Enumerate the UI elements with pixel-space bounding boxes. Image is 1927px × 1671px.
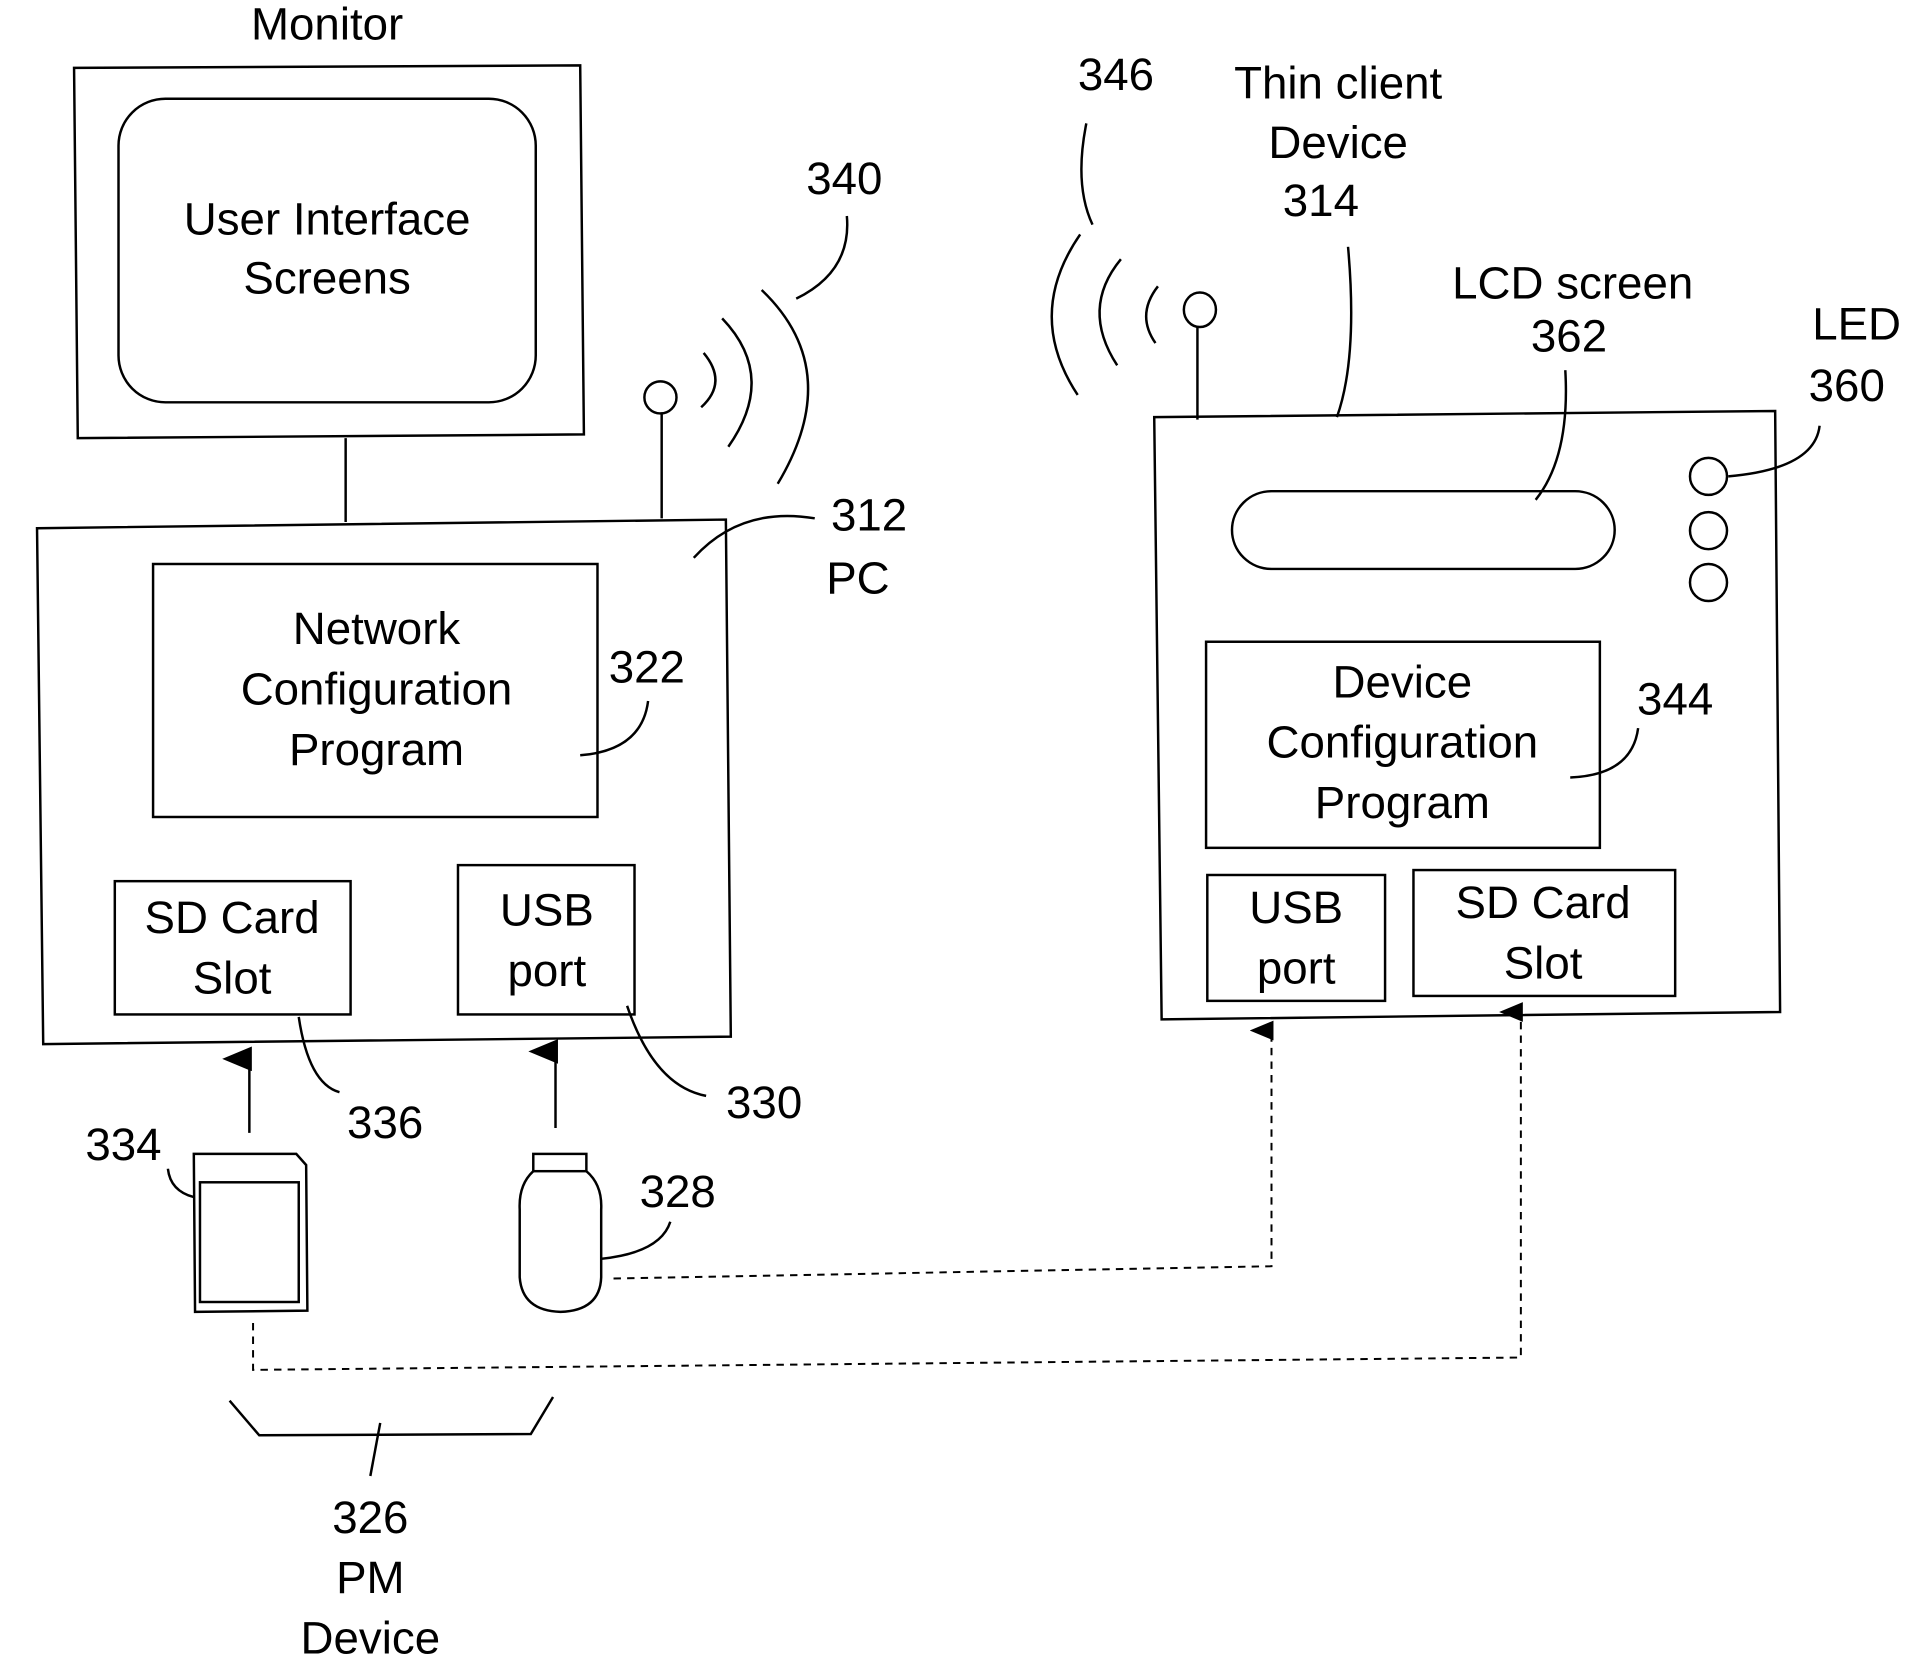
dcp-line1: Device	[1333, 656, 1473, 707]
monitor-label: Monitor	[251, 0, 403, 49]
ref-322: 322	[609, 641, 685, 692]
thin-client-wireless-signal-icon	[1050, 123, 1159, 396]
ref-326: 326	[332, 1492, 408, 1543]
system-diagram: Monitor User Interface Screens 340 312 P…	[35, 0, 1901, 1664]
pc-sd-line1: SD Card	[145, 892, 320, 943]
led-label: LED	[1812, 298, 1901, 349]
thin-client-line2: Device	[1268, 117, 1408, 168]
pc-sd-line2: Slot	[193, 952, 272, 1003]
pc-box	[35, 518, 733, 1046]
sd-slot-leader	[297, 1016, 340, 1094]
ref-340: 340	[806, 153, 882, 204]
lcd-leader	[1534, 370, 1568, 501]
pc-label: PC	[826, 553, 889, 604]
diagram-canvas: Monitor User Interface Screens 340 312 P…	[0, 0, 1927, 1671]
lcd-screen	[1230, 489, 1616, 571]
pm-line2: Device	[301, 1613, 441, 1664]
usb-stick-leader	[601, 1221, 672, 1261]
ncp-leader	[580, 700, 650, 757]
sd-card-leader	[166, 1168, 195, 1199]
thin-client-antenna-icon	[1182, 291, 1218, 420]
thin-client-leader	[1335, 246, 1353, 418]
ncp-line1: Network	[293, 603, 461, 654]
ref-344: 344	[1637, 674, 1713, 725]
thin-client-line1: Thin client	[1234, 58, 1442, 109]
sd-card-icon	[192, 1152, 309, 1314]
ref-314: 314	[1283, 175, 1359, 226]
ref-336: 336	[347, 1097, 423, 1148]
ref-360: 360	[1809, 360, 1885, 411]
ref-334: 334	[85, 1119, 161, 1170]
tc-sd-line1: SD Card	[1456, 877, 1631, 928]
led-2-icon	[1688, 510, 1729, 551]
pm-line1: PM	[336, 1552, 404, 1603]
tc-usb-line2: port	[1257, 943, 1336, 994]
monitor-screen	[117, 97, 537, 404]
ref-312: 312	[831, 490, 907, 541]
pm-device-bracket	[228, 1396, 555, 1437]
dcp-line3: Program	[1315, 777, 1490, 828]
usb-port-leader	[625, 1005, 707, 1098]
ncp-line3: Program	[289, 724, 464, 775]
pc-usb-line1: USB	[500, 885, 594, 936]
screen-text-2: Screens	[243, 253, 411, 304]
usb-to-thin-client-connection	[613, 1020, 1274, 1280]
ref-330: 330	[726, 1077, 802, 1128]
dcp-line2: Configuration	[1267, 717, 1539, 768]
pc-leader	[692, 514, 815, 559]
sd-to-thin-client-connection	[252, 1002, 1523, 1371]
screen-text-1: User Interface	[184, 193, 471, 244]
tc-sd-line2: Slot	[1504, 938, 1583, 989]
pc-antenna-icon	[643, 380, 678, 519]
dcp-leader	[1570, 727, 1640, 779]
ref-346: 346	[1078, 49, 1154, 100]
led-3-icon	[1688, 562, 1729, 603]
ref-328: 328	[640, 1166, 716, 1217]
usb-stick-icon	[518, 1152, 603, 1314]
pc-usb-line2: port	[508, 945, 587, 996]
led-1-icon	[1688, 456, 1729, 497]
led-leader	[1728, 425, 1821, 478]
pc-wireless-signal-icon	[700, 215, 849, 485]
lcd-label: LCD screen	[1452, 258, 1693, 309]
ncp-line2: Configuration	[241, 664, 513, 715]
tc-usb-line1: USB	[1249, 882, 1343, 933]
ref-362: 362	[1531, 311, 1607, 362]
